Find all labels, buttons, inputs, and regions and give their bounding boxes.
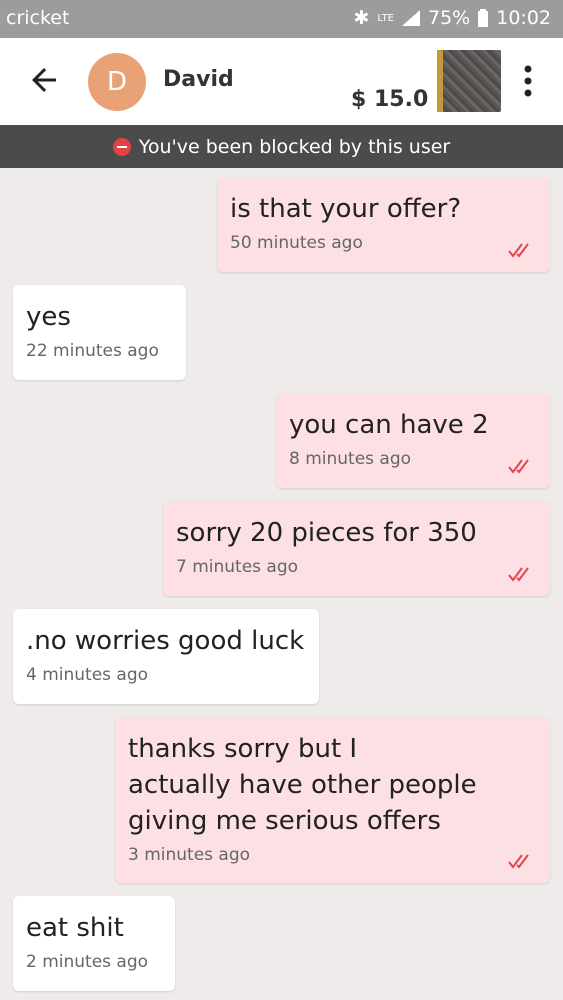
chat-header: D David $ 15.0 xyxy=(0,38,563,125)
message-incoming[interactable]: .no worries good luck 4 minutes ago xyxy=(13,609,319,704)
message-time: 2 minutes ago xyxy=(26,952,149,972)
message-outgoing[interactable]: is that your offer? 50 minutes ago xyxy=(217,177,550,272)
message-text: thanks sorry but I actually have other p… xyxy=(128,734,477,836)
back-arrow-icon[interactable] xyxy=(26,62,62,98)
read-ticks-icon xyxy=(508,854,529,869)
message-incoming[interactable]: eat shit 2 minutes ago xyxy=(13,896,175,991)
message-text: .no worries good luck xyxy=(26,626,305,656)
more-options-icon[interactable] xyxy=(518,64,538,98)
listing-price: $ 15.0 xyxy=(351,87,429,112)
carrier-label: cricket xyxy=(6,7,70,29)
product-thumbnail[interactable] xyxy=(437,50,501,112)
message-list[interactable]: is that your offer? 50 minutes ago yes 2… xyxy=(0,168,563,1000)
read-ticks-icon xyxy=(508,243,529,258)
message-incoming[interactable]: yes 22 minutes ago xyxy=(13,285,186,380)
clock: 10:02 xyxy=(496,7,551,29)
signal-icon xyxy=(402,10,420,26)
message-time: 22 minutes ago xyxy=(26,341,159,361)
message-time: 8 minutes ago xyxy=(289,449,412,469)
message-outgoing[interactable]: you can have 2 8 minutes ago xyxy=(276,393,550,488)
battery-icon xyxy=(478,9,489,27)
message-text: is that your offer? xyxy=(230,194,462,224)
blocked-banner: You've been blocked by this user xyxy=(0,125,563,168)
message-outgoing[interactable]: thanks sorry but I actually have other p… xyxy=(115,717,550,883)
message-time: 50 minutes ago xyxy=(230,233,363,253)
read-ticks-icon xyxy=(508,459,529,474)
status-icons: ✱ LTE 75% 10:02 xyxy=(353,7,551,29)
bluetooth-icon: ✱ xyxy=(353,7,370,29)
battery-percent: 75% xyxy=(428,7,471,29)
message-text: eat shit xyxy=(26,913,124,943)
contact-name[interactable]: David xyxy=(163,67,234,92)
message-time: 4 minutes ago xyxy=(26,665,149,685)
message-time: 3 minutes ago xyxy=(128,845,251,865)
message-time: 7 minutes ago xyxy=(176,557,299,577)
message-outgoing[interactable]: sorry 20 pieces for 350 7 minutes ago xyxy=(163,501,550,596)
message-text: you can have 2 xyxy=(289,410,489,440)
message-text: sorry 20 pieces for 350 xyxy=(176,518,477,548)
read-ticks-icon xyxy=(508,567,529,582)
blocked-icon xyxy=(112,137,131,156)
network-type-label: LTE xyxy=(377,12,394,24)
message-text: yes xyxy=(26,302,71,332)
status-bar: cricket ✱ LTE 75% 10:02 xyxy=(0,0,563,38)
avatar[interactable]: D xyxy=(88,53,146,111)
blocked-banner-text: You've been blocked by this user xyxy=(138,135,451,158)
